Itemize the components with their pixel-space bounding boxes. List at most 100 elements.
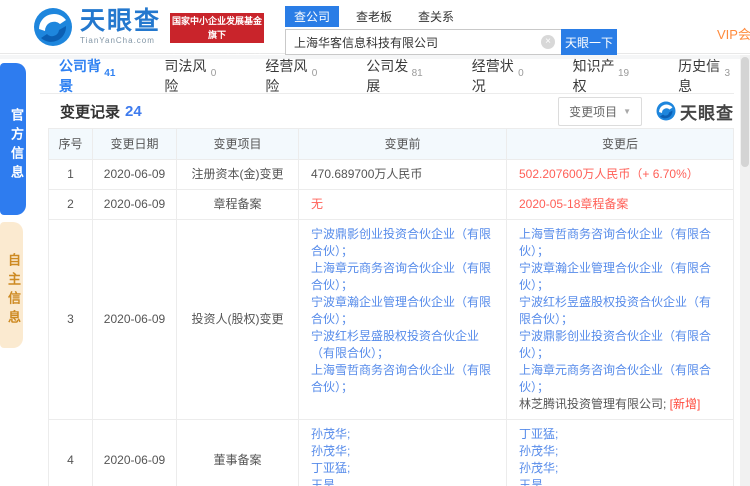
- nav-tab-历史信息[interactable]: 历史信息 3: [674, 58, 734, 94]
- nav-tab-count: 19: [617, 67, 630, 79]
- entity-link[interactable]: 王昊: [519, 478, 543, 486]
- entity-link[interactable]: 上海雪哲商务咨询合伙企业（有限合伙）；: [311, 363, 491, 394]
- badge-line2: 官方备案企业征信机构: [171, 44, 262, 54]
- nav-tab-公司发展[interactable]: 公司发展 81: [362, 58, 426, 94]
- badge-line1: 国家中小企业发展基金旗下: [171, 16, 262, 40]
- nav-tab-count: 0: [518, 67, 524, 79]
- entity-link[interactable]: 孙茂华;: [519, 461, 558, 475]
- entity-link[interactable]: 宁波章瀚企业管理合伙企业（有限合伙）；: [311, 295, 491, 326]
- search-tab-查公司[interactable]: 查公司: [285, 6, 340, 27]
- table-row: 1 2020-06-09 注册资本(金)变更 470.689700万人民币 502.20…: [49, 160, 733, 190]
- cell-after: 2020-05-18章程备案: [507, 190, 733, 219]
- cell-no: 2: [49, 190, 93, 219]
- entity-link[interactable]: 宁波红杉昱盛股权投资合伙企业（有限合伙）；: [519, 295, 711, 326]
- nav-tab-label: 经营风险: [265, 58, 308, 94]
- nav-tab-label: 公司发展: [366, 58, 409, 94]
- side-tab-自主信息[interactable]: 自主信息: [0, 222, 23, 348]
- cell-no: 4: [49, 420, 93, 486]
- cell-line: 宁波红杉昱盛股权投资合伙企业（有限合伙）；: [311, 328, 494, 362]
- nav-tab-count: 81: [411, 67, 423, 79]
- watermark-logo: 天眼查: [656, 99, 734, 124]
- change-record-table: 序号 变更日期 变更项目 变更前 变更后 1 2020-06-09 注册资本(金)变更 470…: [48, 128, 734, 486]
- entity-link[interactable]: 上海雪哲商务咨询合伙企业（有限合伙）；: [519, 227, 711, 258]
- section-title: 变更记录: [60, 103, 121, 121]
- watermark-eye-icon: [656, 101, 676, 121]
- search-button[interactable]: 天眼一下: [561, 29, 617, 55]
- entity-link[interactable]: 孙茂华;: [311, 427, 350, 441]
- top-header: 天眼查 TianYanCha.com 国家中小企业发展基金旗下 官方备案企业征信…: [0, 0, 750, 55]
- company-nav-tabs: 公司背景 41 司法风险 0 经营风险 0 公司发展 81 经营状况 0 知识产权 19 历史信息 3: [40, 58, 734, 94]
- nav-tab-经营状况[interactable]: 经营状况 0: [468, 58, 528, 94]
- cell-text: 林芝腾讯投资管理有限公司;: [519, 397, 670, 411]
- cell-line: 林芝腾讯投资管理有限公司; [新增]: [519, 396, 700, 413]
- search-module: 查公司查老板查关系 × 天眼一下: [285, 6, 617, 55]
- cell-text: 470.689700万人民币: [311, 167, 423, 181]
- cell-line: 孙茂华;: [519, 443, 558, 460]
- cell-text: 2020-05-18章程备案: [519, 197, 629, 211]
- table-header-cell: 变更前: [299, 129, 507, 159]
- table-header-cell: 序号: [49, 129, 93, 159]
- certification-badge: 国家中小企业发展基金旗下 官方备案企业征信机构: [170, 13, 264, 54]
- entity-link[interactable]: 王昊: [311, 478, 335, 486]
- entity-link[interactable]: 丁亚猛;: [311, 461, 350, 475]
- search-tab-查关系[interactable]: 查关系: [409, 6, 463, 27]
- vip-member-link[interactable]: VIP会员: [717, 24, 750, 43]
- table-header-row: 序号 变更日期 变更项目 变更前 变更后: [49, 129, 733, 160]
- entity-link[interactable]: 丁亚猛;: [519, 427, 558, 441]
- nav-tab-知识产权[interactable]: 知识产权 19: [569, 58, 633, 94]
- entity-link[interactable]: 宁波鼎影创业投资合伙企业（有限合伙）；: [519, 329, 711, 360]
- cell-before: 孙茂华; 孙茂华; 丁亚猛; 王昊: [299, 420, 507, 486]
- cell-line: 470.689700万人民币: [311, 166, 422, 183]
- nav-tab-经营风险[interactable]: 经营风险 0: [261, 58, 321, 94]
- cell-date: 2020-06-09: [93, 190, 177, 219]
- table-header-cell: 变更后: [601, 136, 638, 151]
- cell-date: 2020-06-09: [93, 220, 177, 419]
- cell-item: 投资人(股权)变更: [177, 220, 299, 419]
- cell-line: 宁波鼎影创业投资合伙企业（有限合伙）；: [519, 328, 721, 362]
- page-scrollbar[interactable]: [740, 55, 750, 486]
- cell-after: 丁亚猛; 孙茂华; 孙茂华; 王昊: [507, 420, 733, 486]
- side-tab-官方信息[interactable]: 官方信息: [0, 63, 26, 215]
- cell-line: 502.207600万人民币（+ 6.70%）: [519, 166, 699, 183]
- cell-line: 2020-05-18章程备案: [519, 196, 628, 213]
- cell-line: 孙茂华;: [519, 460, 558, 477]
- nav-tab-label: 经营状况: [471, 58, 514, 94]
- cell-line: 上海雪哲商务咨询合伙企业（有限合伙）；: [519, 226, 721, 260]
- search-input[interactable]: [285, 29, 561, 55]
- cell-line: 孙茂华;: [311, 443, 350, 460]
- search-tab-查老板[interactable]: 查老板: [347, 6, 401, 27]
- tianyancha-logo[interactable]: 天眼查 TianYanCha.com: [33, 7, 161, 47]
- entity-link[interactable]: 上海章元商务咨询合伙企业（有限合伙）；: [519, 363, 711, 394]
- entity-link[interactable]: 宁波章瀚企业管理合伙企业（有限合伙）；: [519, 261, 711, 292]
- cell-line: 无: [311, 196, 323, 213]
- logo-subtitle: TianYanCha.com: [80, 36, 155, 45]
- entity-link[interactable]: 孙茂华;: [311, 444, 350, 458]
- cell-item: 章程备案: [177, 190, 299, 219]
- nav-tab-公司背景[interactable]: 公司背景 41: [55, 58, 119, 94]
- cell-item: 注册资本(金)变更: [177, 160, 299, 189]
- change-item-filter-dropdown[interactable]: 变更项目 ▼: [558, 96, 642, 126]
- entity-link[interactable]: 宁波红杉昱盛股权投资合伙企业（有限合伙）；: [311, 329, 479, 360]
- cell-before: 宁波鼎影创业投资合伙企业（有限合伙）； 上海章元商务咨询合伙企业（有限合伙）； 宁波…: [299, 220, 507, 419]
- cell-after: 502.207600万人民币（+ 6.70%）: [507, 160, 733, 189]
- logo-title: 天眼查: [80, 7, 162, 35]
- new-tag: [新增]: [669, 397, 701, 411]
- cell-line: 王昊: [311, 477, 335, 486]
- cell-item: 董事备案: [177, 420, 299, 486]
- cell-line: 上海雪哲商务咨询合伙企业（有限合伙）；: [311, 362, 494, 396]
- cell-date: 2020-06-09: [93, 420, 177, 486]
- nav-tab-count: 41: [104, 67, 116, 79]
- nav-tab-label: 历史信息: [678, 58, 721, 94]
- scrollbar-thumb[interactable]: [741, 57, 749, 167]
- filter-label: 变更项目: [569, 104, 618, 119]
- entity-link[interactable]: 上海章元商务咨询合伙企业（有限合伙）；: [311, 261, 491, 292]
- cell-text: 502.207600万人民币（+ 6.70%）: [519, 167, 699, 181]
- table-row: 2 2020-06-09 章程备案无 2020-05-18章程备案: [49, 190, 733, 220]
- eye-logo-icon: [34, 8, 72, 46]
- cell-no: 3: [49, 220, 93, 419]
- search-tabs: 查公司 查老板 查关系: [285, 6, 617, 27]
- entity-link[interactable]: 宁波鼎影创业投资合伙企业（有限合伙）；: [311, 227, 491, 258]
- entity-link[interactable]: 孙茂华;: [519, 444, 558, 458]
- clear-icon[interactable]: ×: [541, 35, 555, 49]
- nav-tab-司法风险[interactable]: 司法风险 0: [160, 58, 220, 94]
